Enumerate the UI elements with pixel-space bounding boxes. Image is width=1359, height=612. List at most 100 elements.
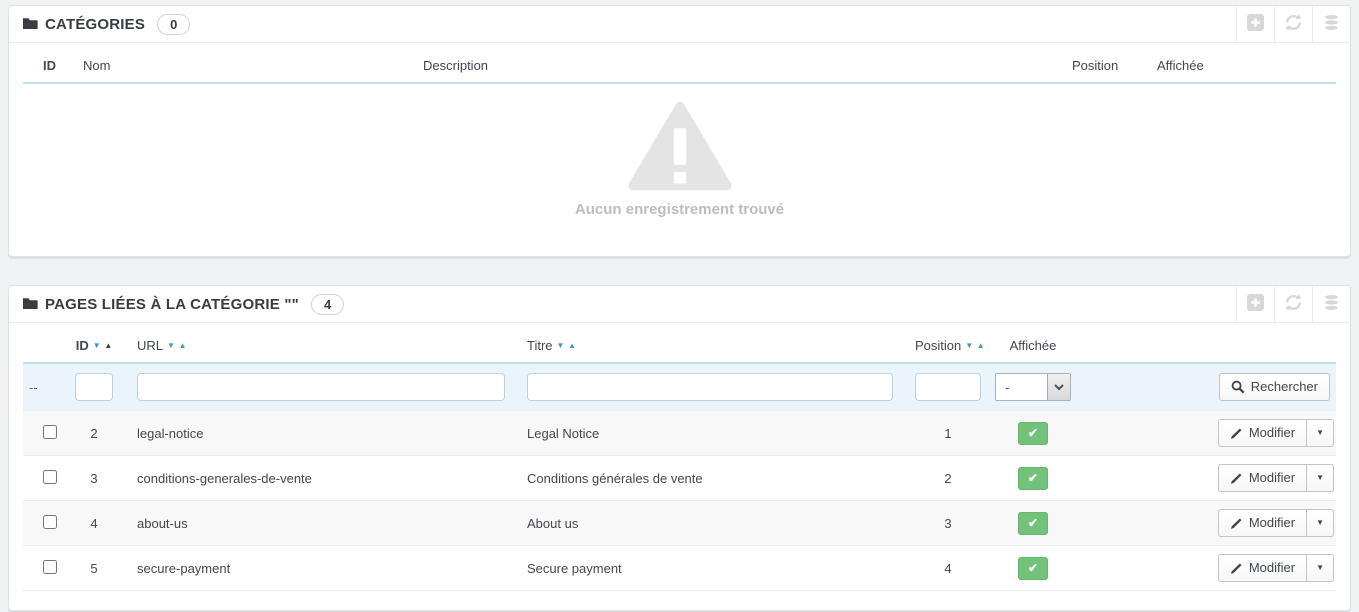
cell-url: secure-payment: [131, 545, 521, 591]
folder-icon: [22, 16, 38, 33]
pencil-icon: [1230, 427, 1243, 440]
refresh-icon: [1285, 294, 1302, 314]
row-actions: Modifier ▼: [1217, 509, 1334, 537]
cell-id: 3: [57, 455, 131, 501]
edit-button[interactable]: Modifier: [1217, 554, 1308, 582]
displayed-toggle-button[interactable]: ✔: [1018, 466, 1048, 490]
edit-button[interactable]: Modifier: [1217, 419, 1308, 447]
filter-position-input[interactable]: [915, 373, 981, 401]
col-header-position: Position ▼ ▲: [909, 323, 987, 364]
edit-button[interactable]: Modifier: [1217, 509, 1308, 537]
check-icon: ✔: [1027, 561, 1039, 575]
col-header-name: Nom: [77, 43, 417, 84]
warning-triangle-icon: [628, 101, 732, 195]
cms-admin-page: CATÉGORIES 0 ID Nom Description Position…: [0, 0, 1359, 612]
col-header-url: URL ▼ ▲: [131, 323, 521, 364]
cell-url: about-us: [131, 500, 521, 546]
cell-position: 2: [909, 455, 987, 501]
row-actions: Modifier ▼: [1217, 554, 1334, 582]
row-checkbox[interactable]: [43, 514, 57, 529]
export-sql-button[interactable]: [1312, 6, 1350, 42]
export-sql-button[interactable]: [1312, 286, 1350, 322]
filter-url-input[interactable]: [137, 373, 505, 401]
check-icon: ✔: [1027, 471, 1039, 485]
sort-desc-icon[interactable]: ▼: [557, 341, 565, 350]
caret-down-icon: ▼: [1316, 428, 1324, 437]
edit-button[interactable]: Modifier: [1217, 464, 1308, 492]
filter-dash: --: [29, 379, 38, 395]
caret-down-icon: ▼: [1316, 473, 1324, 482]
col-header-url-label[interactable]: URL: [137, 338, 163, 353]
sort-asc-icon[interactable]: ▲: [179, 341, 187, 350]
panel-title: PAGES LIÉES À LA CATÉGORIE "": [45, 295, 299, 313]
sort-asc-icon[interactable]: ▲: [568, 341, 576, 350]
database-icon: [1323, 14, 1340, 34]
sort-desc-icon[interactable]: ▼: [167, 341, 175, 350]
col-header-displayed: Affichée: [1151, 43, 1336, 84]
sort-asc-icon[interactable]: ▲: [977, 341, 985, 350]
cell-title: About us: [521, 500, 909, 546]
filter-displayed-select[interactable]: -: [995, 373, 1071, 401]
search-button[interactable]: Rechercher: [1218, 373, 1330, 401]
col-header-position-label[interactable]: Position: [915, 338, 961, 353]
pages-table-wrap: ID ▼ ▲ URL ▼ ▲ Titre ▼ ▲ Position ▼ ▲ Affich…: [9, 323, 1350, 612]
search-icon: [1231, 380, 1245, 394]
col-header-id: ID: [23, 43, 77, 84]
filter-row: -- - Rechercher: [23, 363, 1336, 411]
table-row: 2 legal-notice Legal Notice 1 ✔ Modifier: [23, 410, 1336, 456]
add-category-button[interactable]: [1236, 6, 1274, 42]
categories-panel-heading: CATÉGORIES 0: [9, 6, 1350, 43]
pages-panel: PAGES LIÉES À LA CATÉGORIE "" 4 ID ▼ ▲ U…: [8, 285, 1351, 611]
displayed-toggle-button[interactable]: ✔: [1018, 421, 1048, 445]
pencil-icon: [1230, 562, 1243, 575]
plus-square-icon: [1247, 294, 1264, 314]
select-value: -: [1005, 379, 1010, 395]
row-actions-dropdown-button[interactable]: ▼: [1307, 509, 1334, 537]
displayed-toggle-button[interactable]: ✔: [1018, 556, 1048, 580]
filter-id-input[interactable]: [75, 373, 113, 401]
refresh-button[interactable]: [1274, 286, 1312, 322]
edit-button-label: Modifier: [1248, 515, 1296, 530]
folder-icon: [22, 296, 38, 313]
cell-url: legal-notice: [131, 410, 521, 456]
col-header-id-label[interactable]: ID: [76, 338, 89, 353]
row-checkbox[interactable]: [43, 559, 57, 574]
row-actions-dropdown-button[interactable]: ▼: [1307, 554, 1334, 582]
row-actions-dropdown-button[interactable]: ▼: [1307, 464, 1334, 492]
cell-title: Secure payment: [521, 545, 909, 591]
sort-desc-icon[interactable]: ▼: [93, 341, 101, 350]
row-checkbox[interactable]: [43, 424, 57, 439]
edit-button-label: Modifier: [1248, 470, 1296, 485]
cell-url: conditions-generales-de-vente: [131, 455, 521, 501]
refresh-button[interactable]: [1274, 6, 1312, 42]
col-header-description: Description: [417, 43, 1066, 84]
categories-header-row: ID Nom Description Position Affichée: [23, 43, 1336, 84]
categories-count-badge: 0: [157, 13, 191, 35]
cell-title: Conditions générales de vente: [521, 455, 909, 501]
search-button-label: Rechercher: [1250, 379, 1318, 394]
row-actions-dropdown-button[interactable]: ▼: [1307, 419, 1334, 447]
sort-asc-icon[interactable]: ▲: [104, 341, 112, 350]
col-header-title-label[interactable]: Titre: [527, 338, 553, 353]
col-header-select: [23, 323, 57, 364]
col-header-position: Position: [1066, 43, 1151, 84]
add-page-button[interactable]: [1236, 286, 1274, 322]
cell-position: 1: [909, 410, 987, 456]
row-actions: Modifier ▼: [1217, 464, 1334, 492]
displayed-toggle-button[interactable]: ✔: [1018, 511, 1048, 535]
col-header-title: Titre ▼ ▲: [521, 323, 909, 364]
filter-title-input[interactable]: [527, 373, 893, 401]
pencil-icon: [1230, 472, 1243, 485]
cell-id: 4: [57, 500, 131, 546]
col-header-actions: [1079, 323, 1336, 364]
caret-down-icon: ▼: [1316, 563, 1324, 572]
chevron-down-icon: [1047, 374, 1070, 400]
empty-message: Aucun enregistrement trouvé: [574, 201, 785, 218]
sort-desc-icon[interactable]: ▼: [965, 341, 973, 350]
row-checkbox[interactable]: [43, 469, 57, 484]
categories-panel: CATÉGORIES 0 ID Nom Description Position…: [8, 5, 1351, 257]
cell-position: 4: [909, 545, 987, 591]
panel-toolbar: [1236, 286, 1350, 322]
categories-table: ID Nom Description Position Affichée: [23, 43, 1336, 84]
edit-button-label: Modifier: [1248, 560, 1296, 575]
